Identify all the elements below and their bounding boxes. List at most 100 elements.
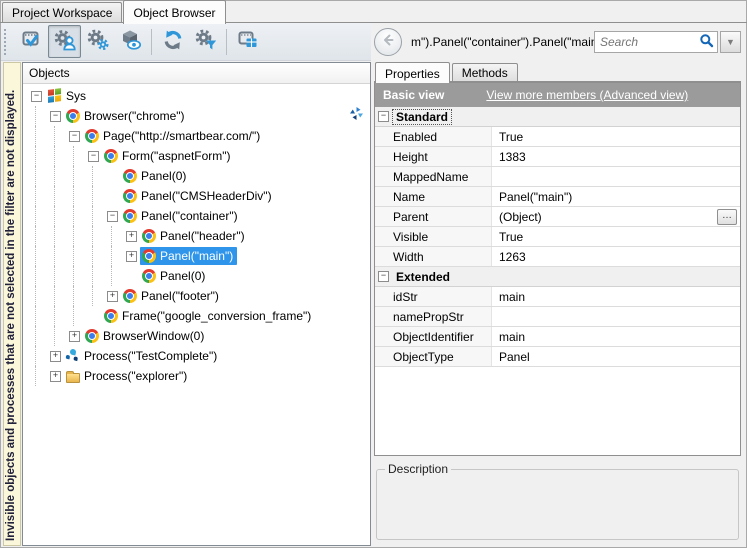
- property-row[interactable]: ObjectTypePanel: [375, 347, 740, 367]
- gears-button[interactable]: [81, 25, 114, 58]
- property-row[interactable]: Parent(Object)…: [375, 207, 740, 227]
- property-group-label: Standard: [393, 110, 451, 124]
- expand-icon[interactable]: +: [107, 291, 118, 302]
- expand-icon[interactable]: +: [69, 331, 80, 342]
- collapse-icon[interactable]: −: [31, 91, 42, 102]
- window-check-button[interactable]: [15, 25, 48, 58]
- chrome-icon: [142, 229, 156, 243]
- property-name: Name: [375, 187, 491, 206]
- property-value[interactable]: Panel("main"): [491, 187, 740, 206]
- gear-user-button[interactable]: [48, 25, 81, 58]
- tree-item-label: Panel(0): [141, 169, 186, 183]
- refresh-icon: [161, 28, 185, 55]
- back-button[interactable]: [374, 28, 402, 56]
- property-row[interactable]: idStrmain: [375, 287, 740, 307]
- tree-item[interactable]: Panel(0): [23, 166, 370, 186]
- property-value[interactable]: True: [491, 227, 740, 246]
- tree-item-label: Panel("header"): [160, 229, 245, 243]
- tree-guide: [23, 326, 42, 346]
- tree-guide: [23, 146, 42, 166]
- tree-guide: [42, 246, 61, 266]
- tree-item[interactable]: +Process("explorer"): [23, 366, 370, 386]
- property-value[interactable]: [491, 167, 740, 186]
- ellipsis-button[interactable]: …: [717, 209, 737, 225]
- property-group-header[interactable]: −Standard: [375, 107, 740, 127]
- property-value[interactable]: 1263: [491, 247, 740, 266]
- collapse-icon[interactable]: −: [69, 131, 80, 142]
- sync-indicator-icon: [350, 107, 363, 123]
- tree-item[interactable]: + BrowserWindow(0): [23, 326, 370, 346]
- collapse-icon[interactable]: −: [88, 151, 99, 162]
- property-value[interactable]: Panel: [491, 347, 740, 366]
- search-input[interactable]: [595, 35, 699, 49]
- search-options-dropdown[interactable]: ▼: [720, 31, 741, 53]
- tree-guide: [61, 166, 80, 186]
- expand-icon[interactable]: +: [50, 351, 61, 362]
- collapse-icon[interactable]: −: [378, 111, 389, 122]
- tree-item[interactable]: + Panel("header"): [23, 226, 370, 246]
- tree-item[interactable]: Panel("CMSHeaderDiv"): [23, 186, 370, 206]
- tree-guide: [23, 166, 42, 186]
- tree-item[interactable]: +Panel("footer"): [23, 286, 370, 306]
- chrome-icon: [123, 289, 137, 303]
- property-row[interactable]: Height1383: [375, 147, 740, 167]
- tree-item[interactable]: Panel(0): [23, 266, 370, 286]
- tree-item[interactable]: +Process("TestComplete"): [23, 346, 370, 366]
- property-row[interactable]: namePropStr: [375, 307, 740, 327]
- property-row[interactable]: VisibleTrue: [375, 227, 740, 247]
- property-row[interactable]: Width1263: [375, 247, 740, 267]
- tree-item[interactable]: − Panel("container"): [23, 206, 370, 226]
- tree-guide: [61, 186, 80, 206]
- expand-icon[interactable]: +: [126, 231, 137, 242]
- tree-item-label: BrowserWindow(0): [103, 329, 204, 343]
- expand-icon[interactable]: +: [50, 371, 61, 382]
- refresh-button[interactable]: [156, 25, 189, 58]
- tree-item[interactable]: Frame("google_conversion_frame"): [23, 306, 370, 326]
- collapse-icon[interactable]: −: [107, 211, 118, 222]
- property-row[interactable]: EnabledTrue: [375, 127, 740, 147]
- tree-item[interactable]: −Page("http://smartbear.com/"): [23, 126, 370, 146]
- gear-filter-button[interactable]: [189, 25, 222, 58]
- tree-item-label: Panel("container"): [141, 209, 238, 223]
- property-value[interactable]: main: [491, 287, 740, 306]
- tab-properties[interactable]: Properties: [375, 62, 450, 83]
- tree-guide: [23, 246, 42, 266]
- property-name: Height: [375, 147, 491, 166]
- property-row[interactable]: NamePanel("main"): [375, 187, 740, 207]
- search-icon[interactable]: [699, 33, 714, 51]
- tree-item-label: Panel(0): [160, 269, 205, 283]
- property-row[interactable]: MappedName: [375, 167, 740, 187]
- tab-methods[interactable]: Methods: [452, 63, 518, 82]
- tree-item[interactable]: +Panel("main"): [23, 246, 370, 266]
- expand-icon[interactable]: +: [126, 251, 137, 262]
- inspector-nav-row: m").Panel("container").Panel("main") ▼: [374, 23, 741, 60]
- property-value[interactable]: [491, 307, 740, 326]
- property-value[interactable]: (Object): [491, 207, 740, 226]
- advanced-view-link[interactable]: View more members (Advanced view): [486, 88, 688, 102]
- tree-guide: [80, 166, 99, 186]
- gear-user-icon: [53, 28, 77, 55]
- tree-guide: [61, 146, 80, 166]
- testcomplete-icon: [66, 349, 80, 363]
- tab-project-workspace[interactable]: Project Workspace: [2, 2, 122, 23]
- property-group-header[interactable]: −Extended: [375, 267, 740, 287]
- property-value[interactable]: 1383: [491, 147, 740, 166]
- cube-eye-button[interactable]: [114, 25, 147, 58]
- property-row[interactable]: ObjectIdentifiermain: [375, 327, 740, 347]
- tree-item[interactable]: −Browser("chrome"): [23, 106, 370, 126]
- tree-item-label: Form("aspnetForm"): [122, 149, 231, 163]
- property-value[interactable]: main: [491, 327, 740, 346]
- tree-guide: [42, 186, 61, 206]
- toolbar-separator: [226, 29, 227, 55]
- collapse-icon[interactable]: −: [50, 111, 61, 122]
- collapse-icon[interactable]: −: [378, 271, 389, 282]
- tree-item[interactable]: −Sys: [23, 86, 370, 106]
- tree-item[interactable]: − Form("aspnetForm"): [23, 146, 370, 166]
- tab-object-browser[interactable]: Object Browser: [123, 0, 225, 24]
- property-value[interactable]: True: [491, 127, 740, 146]
- tree-guide: [61, 306, 80, 326]
- chrome-icon: [142, 249, 156, 263]
- toolbar-grip[interactable]: [4, 29, 12, 55]
- window-panel-button[interactable]: [231, 25, 264, 58]
- tree-guide: [23, 346, 42, 366]
